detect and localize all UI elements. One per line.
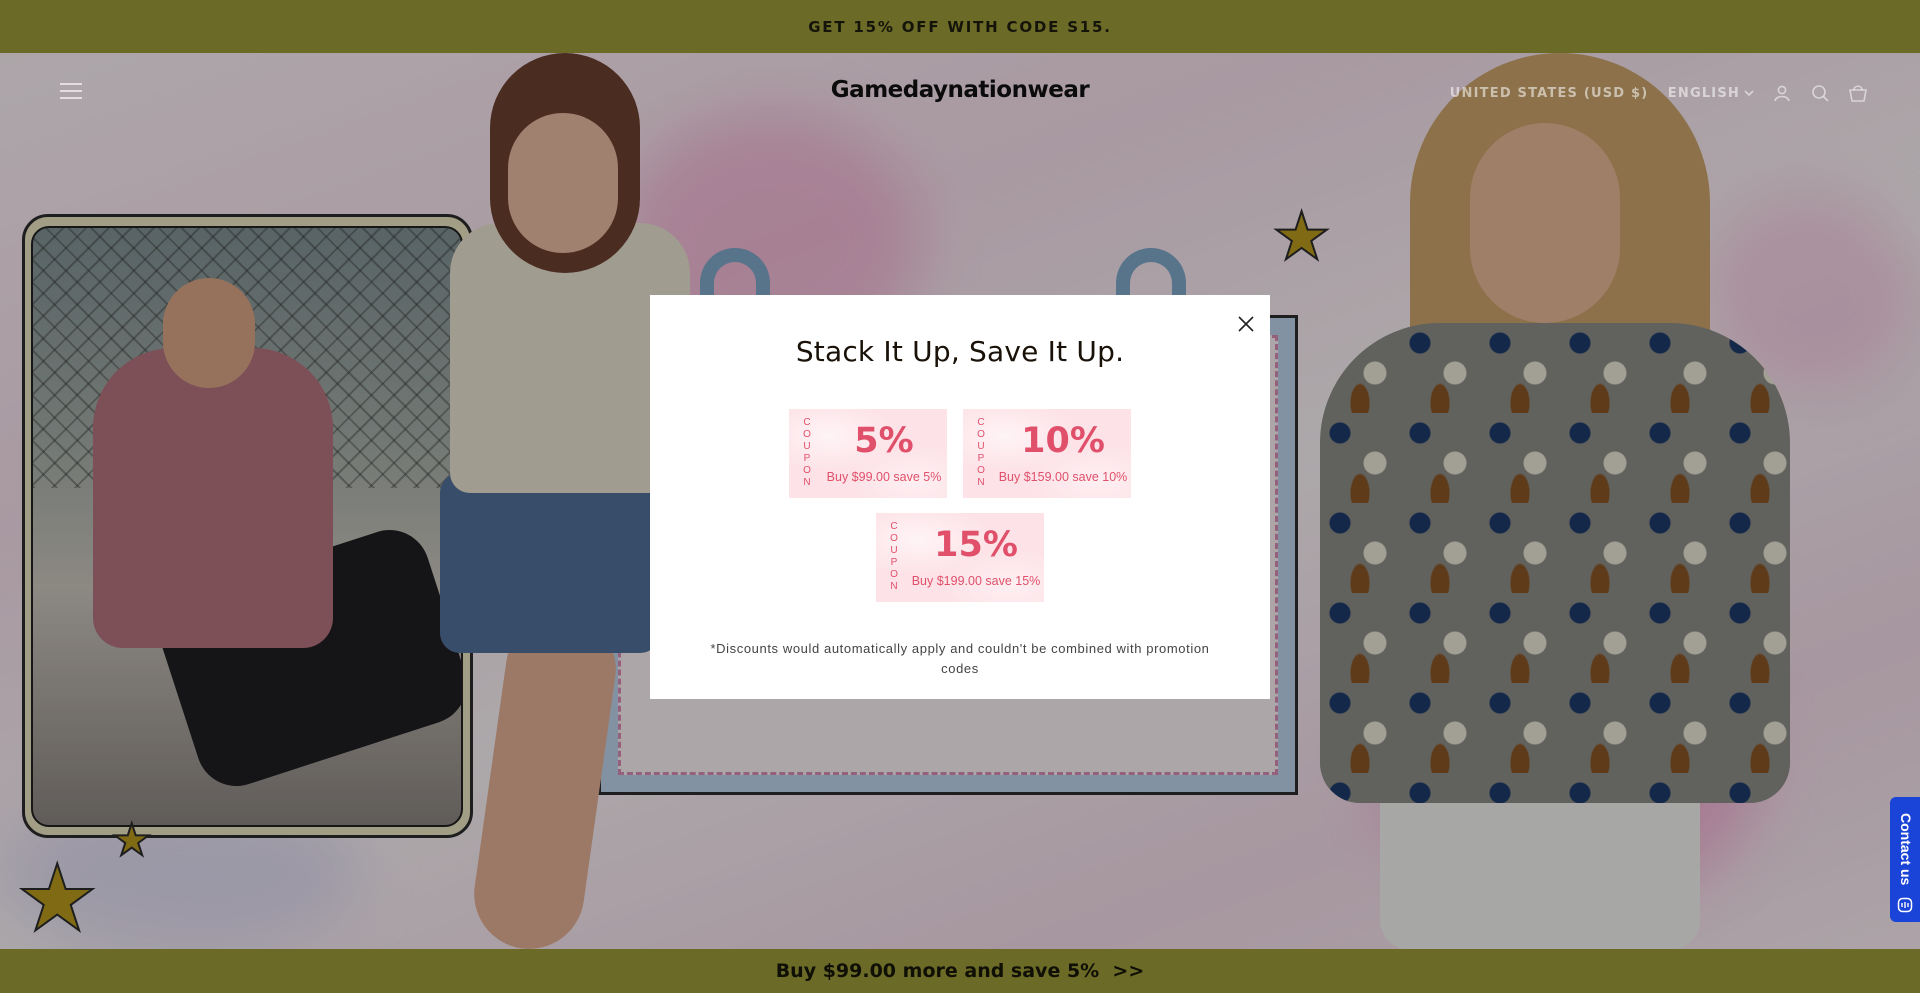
cart-progress-bar[interactable]: Buy $99.00 more and save 5% >> — [0, 949, 1920, 993]
cart-progress-text: Buy $99.00 more and save 5% >> — [775, 960, 1145, 982]
discount-modal: Stack It Up, Save It Up. COUPON 5% Buy $… — [650, 295, 1270, 699]
coupon-percent: 10% — [1021, 421, 1105, 461]
header-actions: UNITED STATES (USD $) ENGLISH — [1450, 83, 1868, 103]
coupon-card: COUPON 5% Buy $99.00 save 5% — [789, 409, 947, 498]
user-icon[interactable] — [1772, 83, 1792, 103]
coupon-card: COUPON 15% Buy $199.00 save 15% — [876, 513, 1044, 602]
site-header: Gamedaynationwear UNITED STATES (USD $) … — [0, 53, 1920, 133]
search-icon[interactable] — [1810, 83, 1830, 103]
language-selector[interactable]: ENGLISH — [1668, 86, 1754, 101]
announcement-text: GET 15% OFF WITH CODE S15. — [808, 17, 1112, 36]
coupon-description: Buy $159.00 save 10% — [998, 470, 1128, 484]
contact-us-label: Contact us — [1898, 813, 1914, 886]
chevron-down-icon — [1744, 90, 1754, 97]
logo-link[interactable]: Gamedaynationwear — [831, 77, 1090, 103]
modal-title: Stack It Up, Save It Up. — [795, 335, 1125, 368]
chat-icon — [1897, 897, 1913, 913]
cart-icon[interactable] — [1848, 83, 1868, 103]
language-label: ENGLISH — [1667, 85, 1740, 101]
coupon-percent: 15% — [934, 525, 1018, 565]
currency-selector[interactable]: UNITED STATES (USD $) — [1450, 86, 1650, 101]
modal-disclaimer: *Discounts would automatically apply and… — [710, 641, 1210, 676]
coupon-card: COUPON 10% Buy $159.00 save 10% — [963, 409, 1131, 498]
contact-us-button[interactable]: Contact us — [1890, 797, 1920, 922]
coupon-description: Buy $99.00 save 5% — [826, 470, 942, 484]
coupon-description: Buy $199.00 save 15% — [911, 574, 1041, 588]
coupon-percent: 5% — [854, 421, 914, 461]
close-icon — [1238, 316, 1254, 332]
close-button[interactable] — [1232, 310, 1260, 338]
announcement-bar: GET 15% OFF WITH CODE S15. — [0, 0, 1920, 53]
